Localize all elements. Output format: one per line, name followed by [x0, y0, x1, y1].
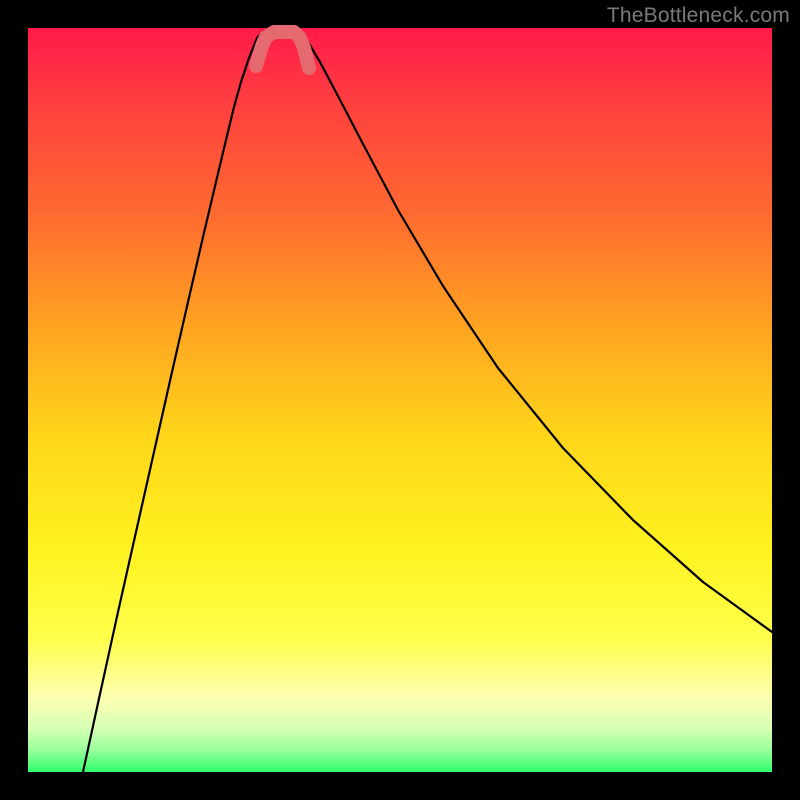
chart-area [28, 28, 772, 772]
curve-left [83, 31, 264, 772]
valley-highlight [256, 32, 309, 68]
curve-right [300, 31, 772, 632]
watermark-text: TheBottleneck.com [607, 4, 790, 28]
chart-svg [28, 28, 772, 772]
